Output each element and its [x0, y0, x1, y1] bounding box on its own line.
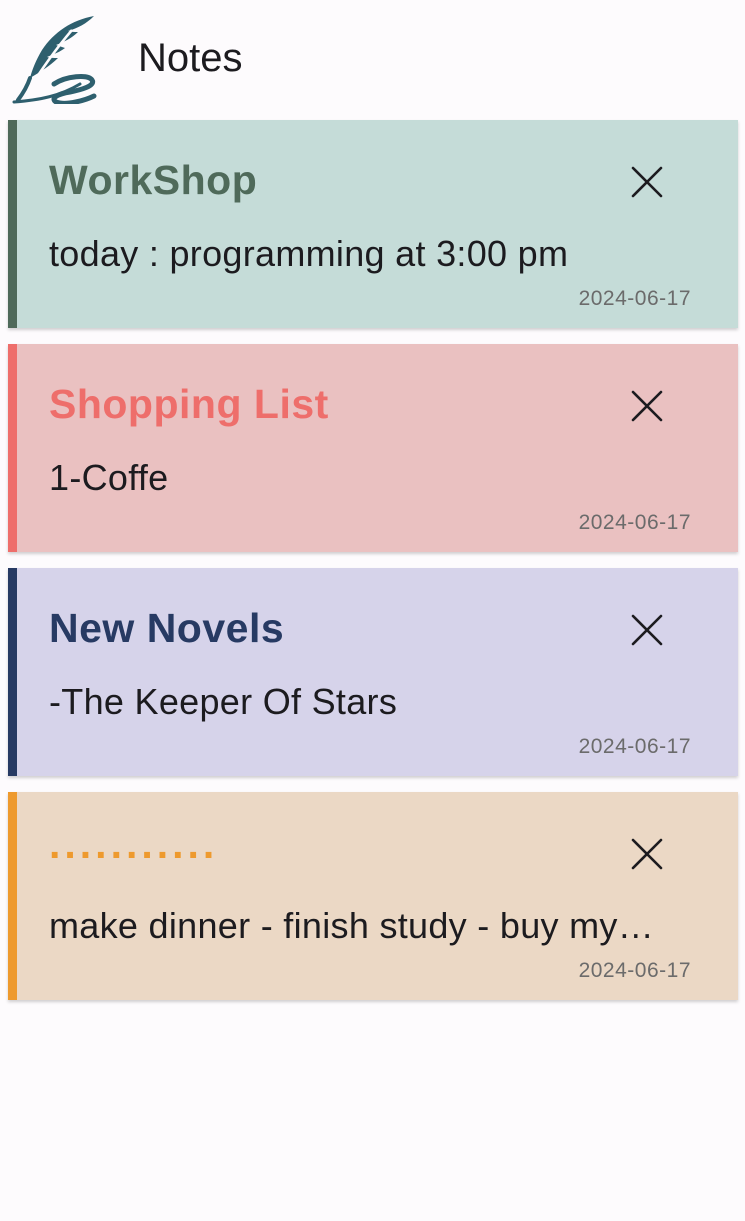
note-body: today : programming at 3:00 pm	[49, 233, 569, 274]
quill-logo-icon	[10, 12, 102, 106]
app-title: Notes	[138, 36, 243, 80]
delete-note-button[interactable]	[627, 610, 667, 650]
note-title: Shopping List	[49, 381, 329, 427]
notes-list: WorkShop today : programming at 3:00 pm …	[8, 120, 738, 1016]
close-icon	[631, 166, 663, 198]
delete-note-button[interactable]	[627, 386, 667, 426]
note-card[interactable]: WorkShop today : programming at 3:00 pm …	[8, 120, 738, 328]
note-date: 2024-06-17	[578, 511, 691, 534]
close-icon	[631, 390, 663, 422]
close-icon	[631, 838, 663, 870]
note-accent-bar	[8, 792, 17, 1000]
delete-note-button[interactable]	[627, 162, 667, 202]
note-date: 2024-06-17	[578, 735, 691, 758]
note-accent-bar	[8, 120, 17, 328]
note-accent-bar	[8, 568, 17, 776]
note-title: New Novels	[49, 605, 285, 651]
delete-note-button[interactable]	[627, 834, 667, 874]
note-card[interactable]: ........... make dinner - finish study -…	[8, 792, 738, 1000]
note-card[interactable]: Shopping List 1-Coffe 2024-06-17	[8, 344, 738, 552]
note-accent-bar	[8, 344, 17, 552]
note-card[interactable]: New Novels -The Keeper Of Stars 2024-06-…	[8, 568, 738, 776]
close-icon	[631, 614, 663, 646]
note-body: -The Keeper Of Stars	[49, 681, 398, 722]
note-body: 1-Coffe	[49, 457, 169, 498]
note-date: 2024-06-17	[578, 959, 691, 982]
note-date: 2024-06-17	[578, 287, 691, 310]
note-title: WorkShop	[49, 157, 258, 203]
note-title: ...........	[49, 821, 219, 867]
app-bar: Notes	[0, 0, 745, 112]
note-body: make dinner - finish study - buy my…	[49, 905, 655, 946]
